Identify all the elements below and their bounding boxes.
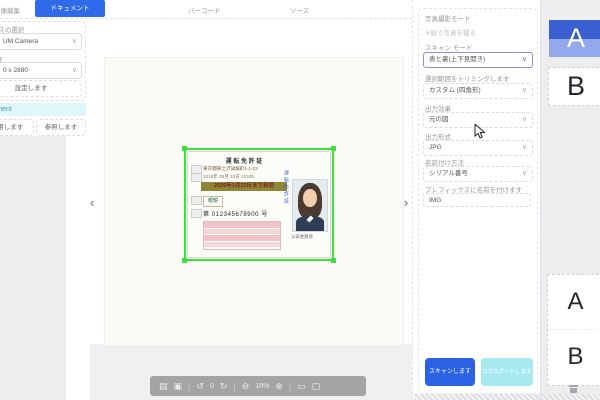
chevron-down-icon: ∨ [522, 84, 527, 98]
zoom-out-icon[interactable]: ⊖ [242, 381, 250, 392]
output-effect-value: 元の図 [429, 113, 449, 127]
resolution-select-value: 0 x 2880 [3, 63, 28, 78]
browse-button[interactable]: 参照します [36, 119, 86, 136]
thumbnail-combined-output[interactable]: A B [547, 274, 600, 386]
device-select[interactable]: UM Camera ∨ [0, 33, 82, 50]
copy-icon[interactable]: ▣ [174, 381, 183, 392]
crop-handle-bottom-right[interactable] [331, 258, 336, 263]
license-address: 東京都東之沢試験町1-1-23 [203, 166, 258, 172]
tab-source[interactable]: ソース [290, 5, 309, 15]
rotation-angle-value: 0 [210, 383, 214, 390]
device-sidebar: デバイスの選択 UM Camera ∨ 解像度 0 x 2880 ∨ 設定します… [0, 18, 91, 400]
viewer-toolbar: ▤ ▣ | ↺ 0 ↻ | ⊖ 18% ⊕ | ▭ ▢ [150, 376, 366, 396]
license-portrait [292, 179, 328, 232]
photo-mode-note: ※紙で写真を撮る [425, 27, 476, 37]
crop-mode-value: カスタム (四角形) [429, 84, 481, 98]
zoom-in-icon[interactable]: ⊕ [275, 381, 283, 392]
previous-page-arrow[interactable]: ‹ [90, 196, 94, 210]
tab-image-edit[interactable]: 画像編集 [0, 5, 20, 15]
license-field-box [191, 196, 202, 205]
page-thumbnail-list: A B A B [540, 0, 600, 400]
prefix-input[interactable]: IMG [423, 193, 531, 207]
crop-selection[interactable]: 運 転 免 許 証 東京都東之沢試験町1-1-23 2018年 05月 10日 … [184, 148, 334, 261]
toolbar-divider: | [289, 381, 291, 391]
chevron-down-icon: ∨ [522, 113, 527, 127]
resolution-select[interactable]: 0 x 2880 ∨ [0, 62, 82, 79]
toolbar-divider: | [233, 381, 235, 391]
fit-frame-icon[interactable]: ▢ [312, 381, 321, 392]
app-window: 画像編集 ドキュメント バーコード ソース デバイスの選択 UM Camera … [0, 0, 600, 400]
license-vertical-label: 運転免許証 [283, 170, 290, 230]
chevron-down-icon: ∨ [522, 141, 527, 155]
combined-front-half: A [548, 275, 600, 330]
license-title: 運 転 免 許 証 [202, 156, 286, 165]
mouse-cursor [474, 124, 486, 145]
chevron-down-icon: ∨ [72, 34, 77, 49]
naming-method-value: シリアル番号 [429, 167, 468, 181]
rotate-left-icon[interactable]: ↺ [196, 381, 204, 392]
thumbnail-scrollbar[interactable] [541, 394, 600, 400]
crop-handle-top-left[interactable] [182, 146, 187, 151]
license-expiry-band: 2025年1月23日まで有効 [201, 182, 287, 191]
camera-viewer: ‹ › 運 転 免 許 証 東京都東之沢試験町1-1-23 2018年 05月 … [90, 18, 412, 400]
crop-mode-select[interactable]: カスタム (四角形) ∨ [423, 83, 533, 99]
drivers-license-card: 運 転 免 許 証 東京都東之沢試験町1-1-23 2018年 05月 10日 … [187, 151, 331, 258]
output-format-value: JPG [429, 141, 442, 155]
crop-handle-bottom-left[interactable] [182, 258, 187, 263]
document-section-title: Document [0, 103, 12, 116]
zoom-level-value: 18% [255, 383, 269, 390]
chevron-down-icon: ∨ [522, 53, 527, 67]
license-history-table [203, 221, 281, 250]
crop-mode-label: 選択範囲をトリミングします [425, 73, 510, 83]
thumbnail-page-a-selected[interactable]: A [549, 20, 600, 57]
device-select-value: UM Camera [3, 34, 38, 49]
document-section-header: Document [0, 103, 86, 116]
panel-scrollbar[interactable] [414, 394, 541, 400]
scan-settings-panel: 写真撮影モード ※紙で写真を撮る スキャン モード 表と裏(上下見開き) ∨ 選… [412, 0, 541, 400]
portrait-face [303, 189, 317, 207]
combined-back-half: B [548, 330, 600, 384]
scan-mode-select[interactable]: 表と裏(上下見開き) ∨ [423, 52, 533, 68]
scan-button[interactable]: スキャンします [425, 358, 475, 386]
crop-handle-top-right[interactable] [331, 146, 336, 151]
thumbnail-page-b[interactable]: B [548, 67, 600, 106]
export-button[interactable]: エクスポートします [481, 358, 533, 386]
license-authority: 公安委員会 [291, 234, 313, 240]
fit-width-icon[interactable]: ▭ [297, 381, 306, 392]
rotate-right-icon[interactable]: ↻ [220, 381, 228, 392]
set-button[interactable]: 設定します [0, 80, 82, 97]
sidebar-preview-area [0, 136, 66, 400]
chevron-down-icon: ∨ [72, 63, 77, 78]
tab-barcode[interactable]: バーコード [188, 5, 221, 15]
image-icon[interactable]: ▤ [159, 381, 168, 392]
scan-mode-label: スキャン モード [425, 42, 472, 52]
license-issue-line: 2018年 05月 10日 12345 [203, 174, 254, 180]
chevron-down-icon: ∨ [522, 167, 527, 181]
photo-mode-label: 写真撮影モード [425, 13, 471, 23]
delete-page-icon[interactable] [569, 385, 578, 393]
tab-document[interactable]: ドキュメント [35, 0, 105, 17]
license-field-box [191, 173, 202, 182]
top-tab-bar: 画像編集 ドキュメント バーコード ソース [0, 0, 412, 19]
apply-button[interactable]: 適用します [0, 119, 34, 136]
license-stamp: 眼鏡 [203, 196, 223, 207]
scan-mode-value: 表と裏(上下見開き) [429, 53, 485, 67]
next-page-arrow[interactable]: › [404, 196, 408, 210]
license-number: 第 012345678900 号 [203, 209, 268, 218]
license-field-box [191, 209, 202, 218]
toolbar-divider: | [188, 381, 190, 391]
naming-method-select[interactable]: シリアル番号 ∨ [423, 166, 533, 182]
